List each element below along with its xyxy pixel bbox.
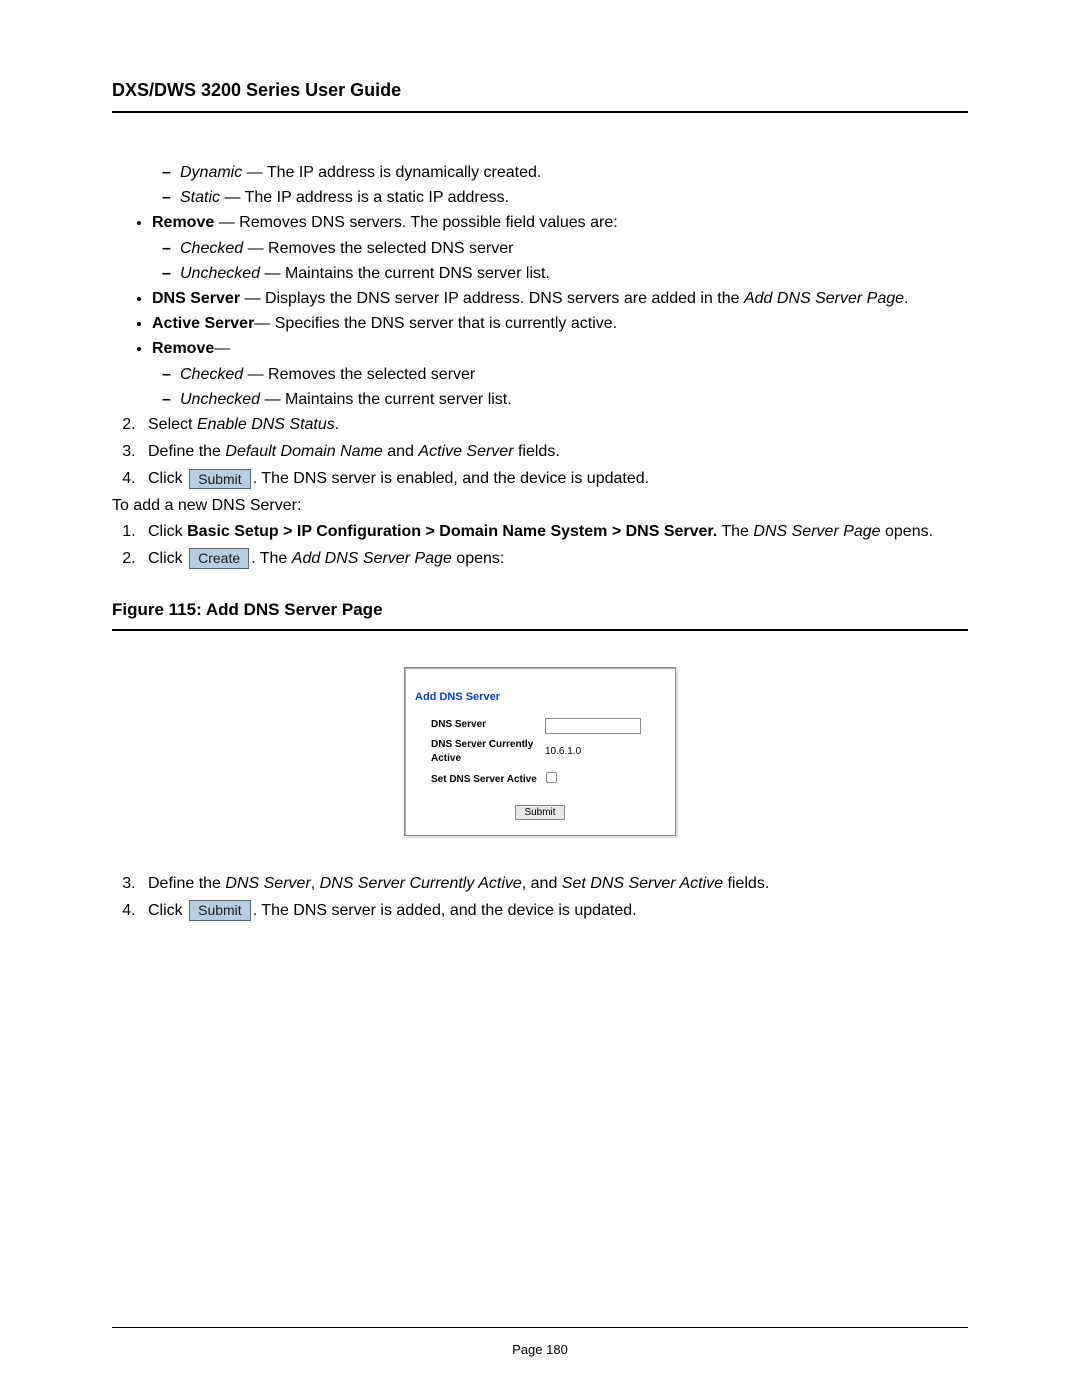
text: — Removes the selected server xyxy=(243,366,475,383)
ref-default-domain: Default Domain Name xyxy=(225,443,382,460)
label-dns-server: DNS Server xyxy=(429,716,543,736)
ref-enable-dns: Enable DNS Status xyxy=(197,416,335,433)
list-item: Checked — Removes the selected server xyxy=(180,363,968,386)
step-item: Click Basic Setup > IP Configuration > D… xyxy=(140,520,968,543)
text: — The IP address is a static IP address. xyxy=(220,189,509,206)
list-item: Dynamic — The IP address is dynamically … xyxy=(180,161,968,184)
body-content: Dynamic — The IP address is dynamically … xyxy=(112,161,968,922)
ref-dns-server-page: DNS Server Page xyxy=(753,523,880,540)
text: . The DNS server is enabled, and the dev… xyxy=(253,470,649,487)
nav-path: Basic Setup > IP Configuration > Domain … xyxy=(187,523,717,540)
figure-rule xyxy=(112,629,968,631)
text: and xyxy=(383,443,419,460)
page-header-title: DXS/DWS 3200 Series User Guide xyxy=(112,80,968,111)
list-item: Static — The IP address is a static IP a… xyxy=(180,186,968,209)
text: fields. xyxy=(723,875,769,892)
set-dns-active-checkbox[interactable] xyxy=(546,772,557,783)
ref-add-dns-page: Add DNS Server Page xyxy=(744,290,904,307)
text: Click xyxy=(148,470,187,487)
step-item: Click Create. The Add DNS Server Page op… xyxy=(140,547,968,570)
step-item: Select Enable DNS Status. xyxy=(140,413,968,436)
list-item: Unchecked — Maintains the current server… xyxy=(180,388,968,411)
term-remove: Remove xyxy=(152,214,214,231)
list-item: Checked — Removes the selected DNS serve… xyxy=(180,237,968,260)
value-dns-currently-active: 10.6.1.0 xyxy=(543,736,679,769)
label-dns-currently-active: DNS Server Currently Active xyxy=(429,736,543,769)
table-row: Set DNS Server Active xyxy=(429,769,679,792)
term-remove2: Remove xyxy=(152,340,214,357)
text: Click xyxy=(148,902,187,919)
text: . The DNS server is added, and the devic… xyxy=(253,902,637,919)
text: Click xyxy=(148,550,187,567)
text: . xyxy=(335,416,339,433)
table-row: DNS Server xyxy=(429,716,679,736)
text: , xyxy=(311,875,320,892)
to-add-heading: To add a new DNS Server: xyxy=(112,494,968,517)
term-checked: Checked xyxy=(180,240,243,257)
ref-active-server: Active Server xyxy=(418,443,513,460)
list-item: DNS Server — Displays the DNS server IP … xyxy=(152,287,968,310)
text: fields. xyxy=(514,443,560,460)
page-number: Page 180 xyxy=(112,1342,968,1357)
text: . xyxy=(904,290,908,307)
table-row: DNS Server Currently Active 10.6.1.0 xyxy=(429,736,679,769)
submit-button-image: Submit xyxy=(189,469,251,490)
term-static: Static xyxy=(180,189,220,206)
text: , and xyxy=(522,875,562,892)
dialog-title: Add DNS Server xyxy=(415,690,665,706)
term-active-server: Active Server xyxy=(152,315,254,332)
text: — Specifies the DNS server that is curre… xyxy=(254,315,617,332)
submit-button-image-2: Submit xyxy=(189,900,251,921)
add-dns-server-dialog: Add DNS Server DNS Server DNS Server Cur… xyxy=(404,667,676,836)
text: Click xyxy=(148,523,187,540)
text: — The IP address is dynamically created. xyxy=(242,164,541,181)
term-dns-server: DNS Server xyxy=(152,290,240,307)
text: opens. xyxy=(881,523,933,540)
text: — Removes DNS servers. The possible fiel… xyxy=(214,214,617,231)
list-item: Remove — Removes DNS servers. The possib… xyxy=(152,211,968,285)
figure-caption: Figure 115: Add DNS Server Page xyxy=(112,598,968,623)
text: Define the xyxy=(148,875,225,892)
dialog-figure: Add DNS Server DNS Server DNS Server Cur… xyxy=(112,667,968,836)
text: — Removes the selected DNS server xyxy=(243,240,513,257)
ref-add-dns-page2: Add DNS Server Page xyxy=(292,550,452,567)
label-set-dns-active: Set DNS Server Active xyxy=(429,769,543,792)
text: — Maintains the current DNS server list. xyxy=(260,265,550,282)
step-item: Define the Default Domain Name and Activ… xyxy=(140,440,968,463)
text: — Displays the DNS server IP address. DN… xyxy=(240,290,744,307)
term-unchecked2: Unchecked xyxy=(180,391,260,408)
create-button-image: Create xyxy=(189,548,249,569)
footer-rule xyxy=(112,1327,968,1328)
term-dynamic: Dynamic xyxy=(180,164,242,181)
term-unchecked: Unchecked xyxy=(180,265,260,282)
list-item: Unchecked — Maintains the current DNS se… xyxy=(180,262,968,285)
text: — Maintains the current server list. xyxy=(260,391,512,408)
list-item: Remove— Checked — Removes the selected s… xyxy=(152,337,968,411)
text: Select xyxy=(148,416,197,433)
ref-dns-currently-active-field: DNS Server Currently Active xyxy=(320,875,522,892)
ref-set-dns-active-field: Set DNS Server Active xyxy=(562,875,723,892)
list-item: Active Server— Specifies the DNS server … xyxy=(152,312,968,335)
text: opens: xyxy=(452,550,504,567)
step-item: Define the DNS Server, DNS Server Curren… xyxy=(140,872,968,895)
step-item: Click Submit. The DNS server is enabled,… xyxy=(140,467,968,490)
text: Define the xyxy=(148,443,225,460)
term-checked2: Checked xyxy=(180,366,243,383)
step-item: Click Submit. The DNS server is added, a… xyxy=(140,899,968,922)
text: . The xyxy=(251,550,292,567)
header-rule xyxy=(112,111,968,113)
text: The xyxy=(717,523,753,540)
dialog-submit-button[interactable]: Submit xyxy=(515,805,564,820)
ref-dns-server-field: DNS Server xyxy=(225,875,310,892)
text: — xyxy=(214,340,230,357)
dns-server-input[interactable] xyxy=(545,718,641,734)
